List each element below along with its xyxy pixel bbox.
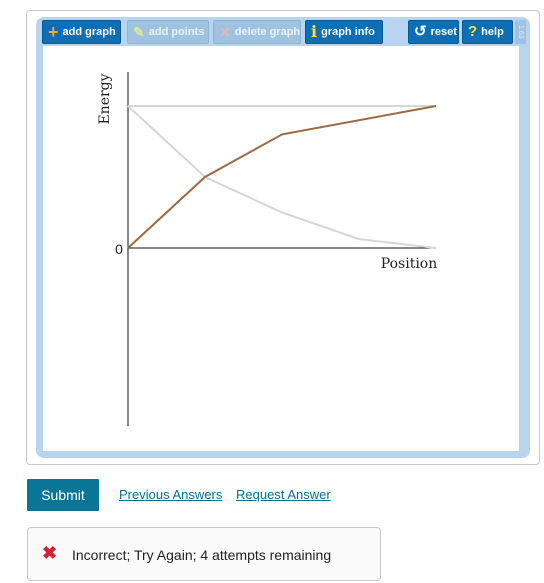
- info-icon: i: [311, 22, 318, 41]
- delete-graph-button[interactable]: ✕ delete graph: [213, 20, 301, 44]
- add-points-button[interactable]: ✎ add points: [127, 20, 209, 44]
- delete-x-icon: ✕: [219, 24, 231, 40]
- help-label: help: [481, 26, 504, 38]
- help-button[interactable]: ? help: [462, 20, 513, 44]
- student-energy-curve[interactable]: [127, 105, 437, 249]
- add-graph-label: add graph: [62, 26, 116, 38]
- add-graph-button[interactable]: + add graph: [42, 20, 121, 44]
- pencil-icon: ✎: [133, 24, 145, 40]
- reset-label: reset: [430, 26, 457, 38]
- graph-toolbar: + add graph ✎ add points ✕ delete graph …: [42, 20, 528, 44]
- help-icon: ?: [468, 23, 478, 40]
- energy-position-plot[interactable]: Energy Position 0: [43, 46, 519, 451]
- version-tab: 1.63: [515, 20, 526, 44]
- add-points-label: add points: [148, 26, 205, 38]
- graph-canvas[interactable]: Energy Position 0: [43, 46, 519, 451]
- y-axis-label: Energy: [97, 73, 113, 124]
- reset-icon: ↺: [414, 23, 427, 40]
- reference-curve-2: [127, 105, 437, 249]
- graph-info-label: graph info: [321, 26, 375, 38]
- reset-button[interactable]: ↺ reset: [408, 20, 459, 44]
- x-axis-label: Position: [381, 256, 438, 272]
- delete-graph-label: delete graph: [234, 26, 301, 38]
- feedback-box: ✖ Incorrect; Try Again; 4 attempts remai…: [27, 527, 381, 581]
- graph-info-button[interactable]: i graph info: [305, 20, 383, 44]
- y-tick-label-zero: 0: [115, 241, 123, 257]
- request-answer-link[interactable]: Request Answer: [236, 487, 331, 502]
- feedback-message: Incorrect; Try Again; 4 attempts remaini…: [72, 547, 332, 563]
- submit-button[interactable]: Submit: [27, 479, 99, 511]
- plus-icon: +: [48, 22, 59, 42]
- previous-answers-link[interactable]: Previous Answers: [119, 487, 222, 502]
- x-mark-icon: ✖: [42, 543, 58, 563]
